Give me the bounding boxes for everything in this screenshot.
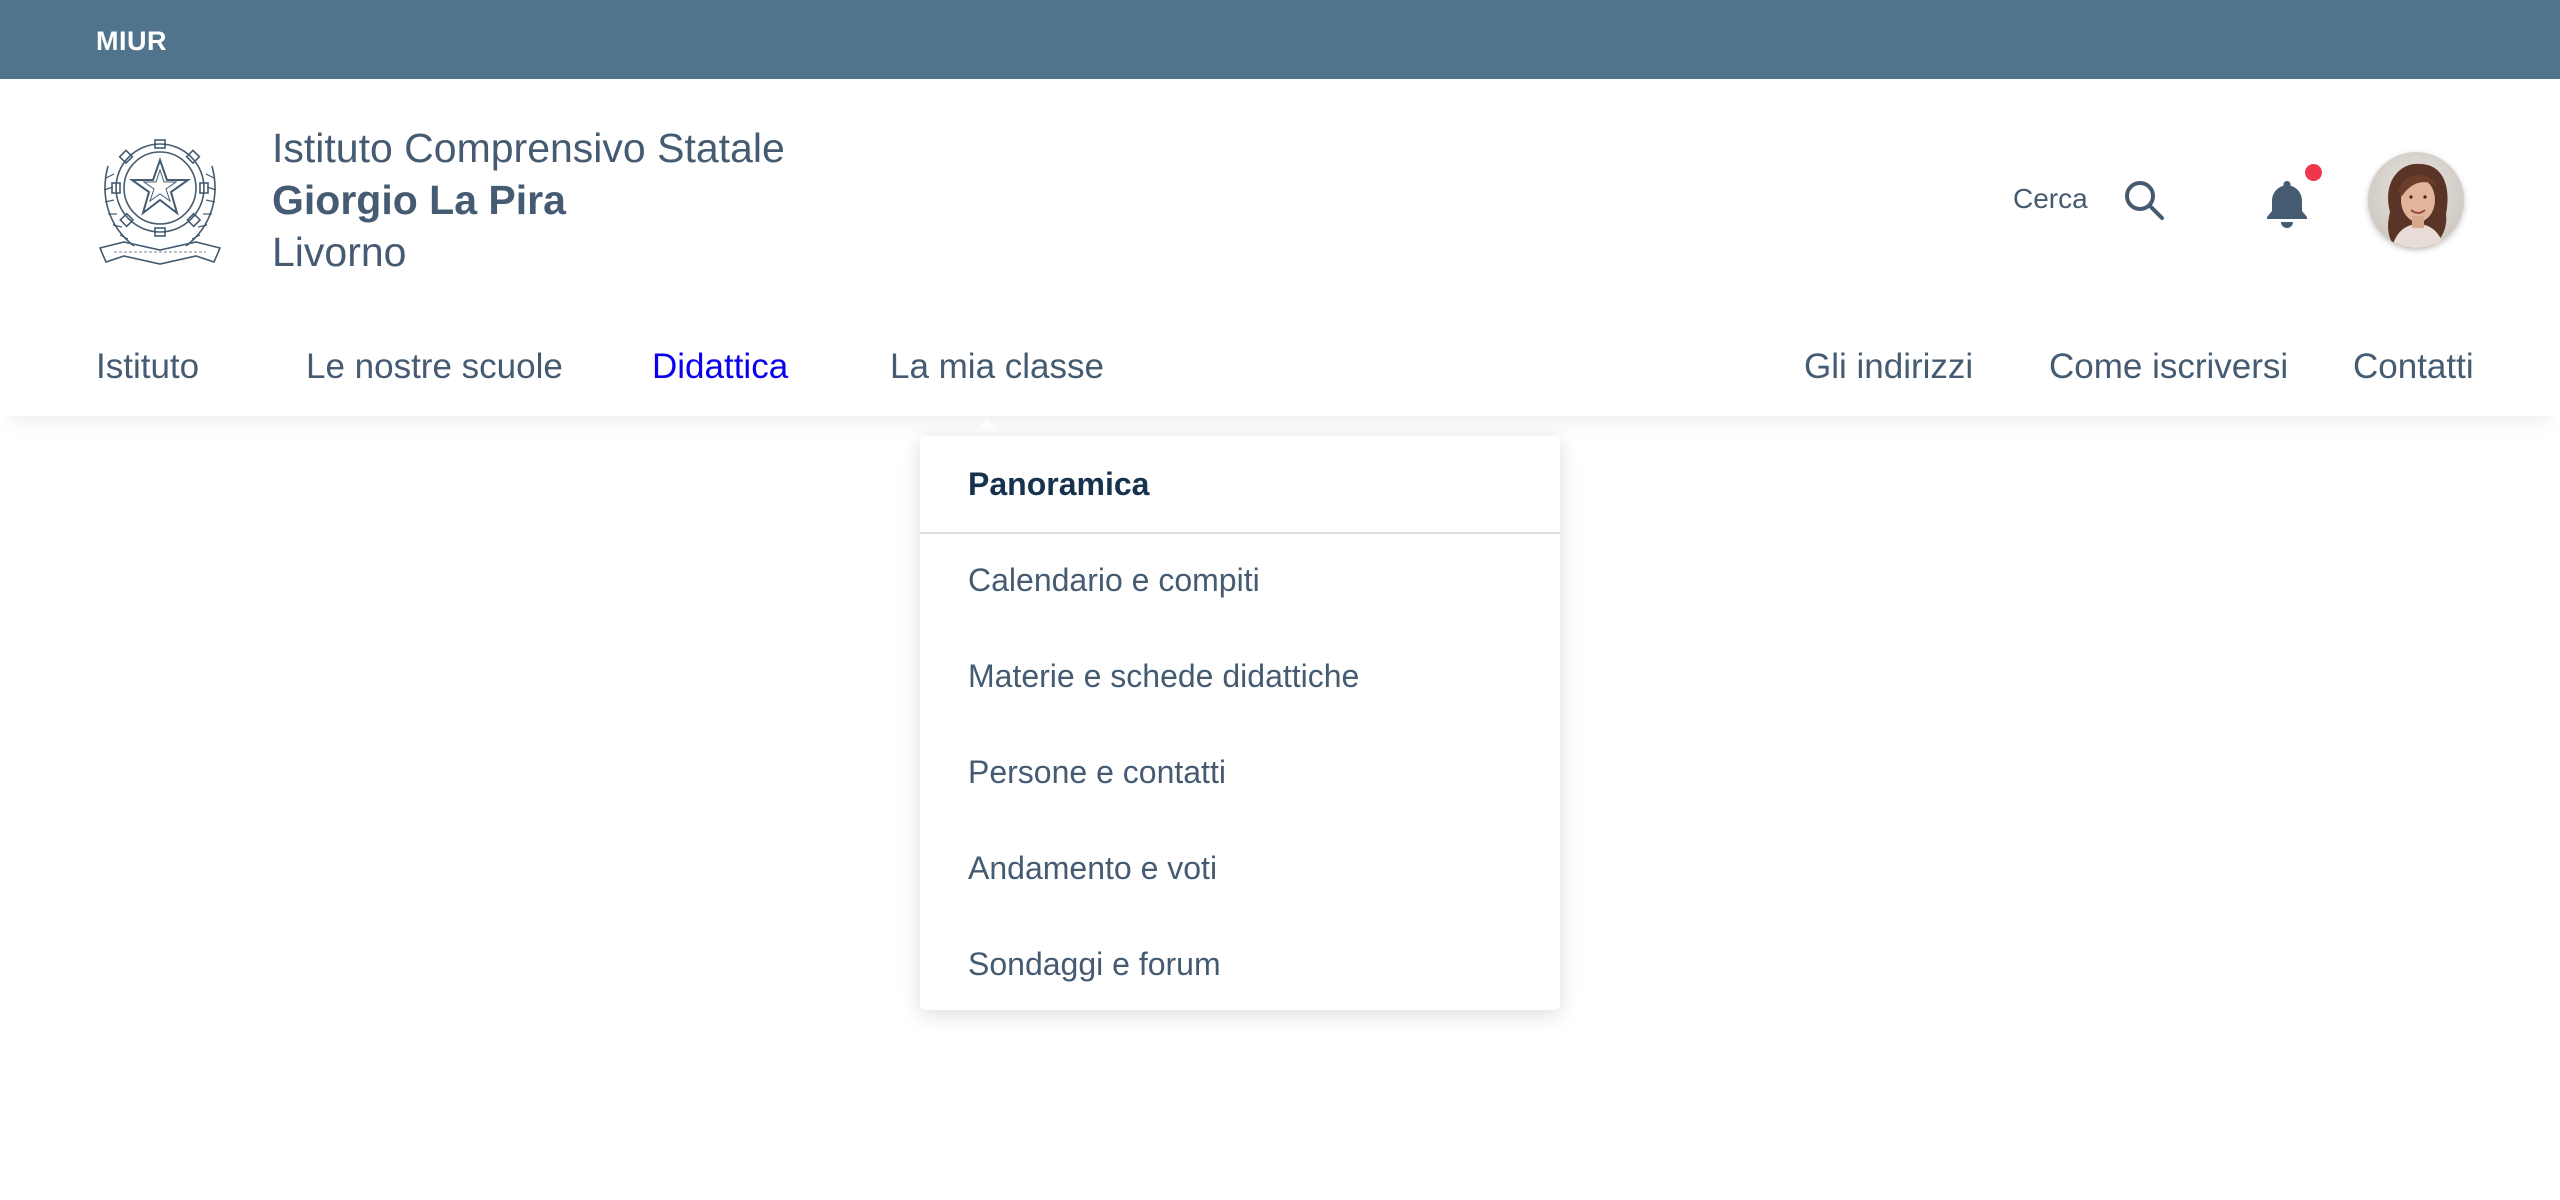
user-avatar[interactable] xyxy=(2368,152,2464,248)
nav-item-le-nostre-scuole[interactable]: Le nostre scuole xyxy=(306,347,563,387)
brand-city: Livorno xyxy=(272,229,407,275)
top-bar: MIUR xyxy=(0,0,2560,79)
notification-bell-icon[interactable] xyxy=(2262,178,2312,228)
dropdown-item-sondaggi[interactable]: Sondaggi e forum xyxy=(968,946,1221,983)
nav-item-come-iscriversi[interactable]: Come iscriversi xyxy=(2049,347,2288,387)
dropdown-divider xyxy=(920,532,1560,534)
school-brand[interactable]: Istituto Comprensivo Statale Giorgio La … xyxy=(272,122,785,278)
search-label[interactable]: Cerca xyxy=(2013,183,2088,215)
nav-item-didattica[interactable]: Didattica xyxy=(652,347,788,387)
brand-school-name: Giorgio La Pira xyxy=(272,177,566,223)
dropdown-item-materie[interactable]: Materie e schede didattiche xyxy=(968,658,1359,695)
dropdown-item-calendario[interactable]: Calendario e compiti xyxy=(968,562,1260,599)
dropdown-item-persone[interactable]: Persone e contatti xyxy=(968,754,1226,791)
nav-item-gli-indirizzi[interactable]: Gli indirizzi xyxy=(1804,347,1973,387)
republic-emblem-logo[interactable] xyxy=(94,126,226,271)
didattica-dropdown-menu: Panoramica Calendario e compiti Materie … xyxy=(920,436,1560,1010)
notification-badge xyxy=(2305,164,2322,181)
dropdown-item-andamento[interactable]: Andamento e voti xyxy=(968,850,1217,887)
nav-item-istituto[interactable]: Istituto xyxy=(96,347,199,387)
miur-link[interactable]: MIUR xyxy=(96,26,167,57)
search-icon[interactable] xyxy=(2122,178,2166,222)
dropdown-item-panoramica[interactable]: Panoramica xyxy=(968,466,1149,503)
nav-item-contatti[interactable]: Contatti xyxy=(2353,347,2474,387)
nav-item-la-mia-classe[interactable]: La mia classe xyxy=(890,347,1104,387)
brand-title: Istituto Comprensivo Statale xyxy=(272,125,785,171)
